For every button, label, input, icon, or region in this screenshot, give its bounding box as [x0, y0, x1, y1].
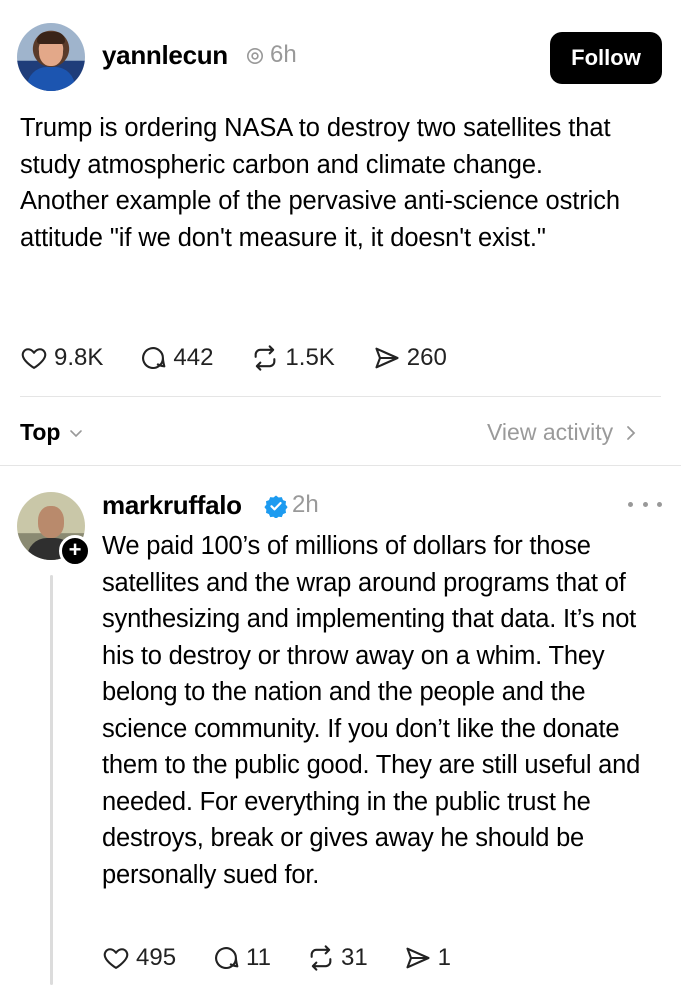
divider: [20, 396, 661, 397]
post-time: 6h: [270, 41, 297, 68]
reply-stats: 495 11 31 1: [102, 944, 451, 972]
share-count: 260: [406, 344, 447, 371]
chevron-right-icon: [627, 425, 636, 440]
repost-icon: [255, 345, 276, 371]
repost-icon: [310, 945, 332, 971]
like-button[interactable]: 9.8K: [20, 344, 103, 372]
repost-button[interactable]: 31: [307, 944, 368, 972]
repost-button[interactable]: 1.5K: [251, 344, 335, 372]
reply-body: We paid 100’s of millions of dollars for…: [102, 532, 641, 889]
reply-time: 2h: [292, 491, 319, 518]
like-count: 9.8K: [54, 344, 104, 371]
post-stats: 9.8K 442 1.5K 260: [20, 344, 447, 372]
reply-username[interactable]: markruffalo: [102, 490, 242, 521]
more-options-icon[interactable]: [628, 502, 662, 512]
send-icon: [406, 947, 430, 969]
post-username[interactable]: yannlecun: [102, 40, 228, 71]
reply-button[interactable]: 442: [139, 344, 213, 372]
repost-count: 31: [340, 944, 368, 971]
reply-button[interactable]: 11: [212, 944, 271, 972]
view-activity-link[interactable]: View activity: [487, 419, 637, 446]
post-paragraph: Trump is ordering NASA to destroy two sa…: [20, 114, 611, 179]
share-button[interactable]: 260: [373, 344, 447, 372]
threads-icon: [246, 47, 264, 65]
divider: [0, 465, 681, 466]
sort-dropdown[interactable]: Top: [20, 419, 84, 446]
view-activity-label: View activity: [487, 419, 614, 445]
sort-label: Top: [20, 419, 61, 445]
heart-icon: [21, 348, 47, 369]
heart-icon: [103, 948, 129, 969]
chevron-down-icon: [70, 429, 83, 437]
reply-count: 442: [173, 344, 214, 371]
like-count: 495: [136, 944, 177, 971]
reply-count: 11: [246, 944, 271, 971]
share-button[interactable]: 1: [404, 944, 451, 972]
thread-line: [50, 575, 53, 985]
comment-icon: [215, 947, 239, 970]
comment-icon: [142, 347, 166, 370]
post-body: Trump is ordering NASA to destroy two sa…: [20, 110, 660, 256]
follow-plus-icon[interactable]: +: [59, 535, 91, 567]
send-icon: [375, 347, 399, 369]
post-paragraph: Another example of the pervasive anti-sc…: [20, 187, 620, 252]
avatar-yannlecun[interactable]: [17, 23, 85, 91]
verified-badge-icon: [264, 495, 288, 518]
like-button[interactable]: 495: [102, 944, 176, 972]
repost-count: 1.5K: [285, 344, 335, 371]
share-count: 1: [437, 944, 452, 971]
follow-button[interactable]: Follow: [550, 32, 662, 84]
